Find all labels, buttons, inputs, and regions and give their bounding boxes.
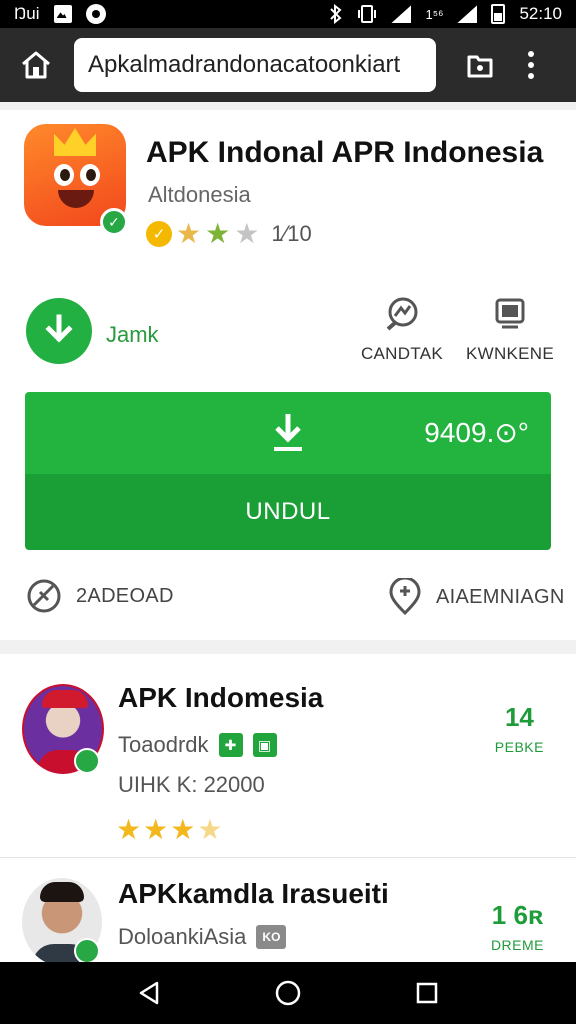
star-icon: ★ [176,218,202,249]
status-left: Ŋui [14,4,106,24]
back-button[interactable] [129,973,169,1013]
system-nav-bar [0,962,576,1024]
star-icon: ★ [205,218,231,249]
action-item-2[interactable]: KWNKENE [460,288,560,364]
app-detail-card: ✓ APK Indonal APR Indonesia Altdonesia ✓… [0,110,576,640]
list-item-number: 1 6ʀ [491,900,544,930]
download-button-label[interactable]: UNDUL [25,474,551,550]
circle-icon [85,4,106,24]
action-row: Jamk CANDTAK KWNKENE [0,288,576,388]
download-circle-button[interactable] [26,298,92,364]
rating-row: ✓ ★ ★ ★ 1⁄10 [146,220,312,248]
home-icon [22,51,50,79]
signal-icon [391,5,412,23]
verified-icon [74,748,100,774]
location-pin-icon [389,578,421,616]
status-bar: Ŋui 1⁵⁶ 52:10 [0,0,576,28]
plus-tag-icon: ✚ [218,733,243,757]
info-left-label: 2ADEOAD [76,584,174,607]
download-label[interactable]: Jamk [106,322,159,348]
chart-badge-icon [386,297,418,331]
more-vert-icon[interactable] [516,43,546,87]
tabs-button[interactable] [458,43,502,87]
list-item-developer: DoloankiAsia [118,924,247,949]
list-item-subtitle: Toaodrdk ✚ ▣ [118,732,277,758]
list-item-detail: UIHK K: 22000 [118,772,265,797]
page-content: ✓ APK Indonal APR Indonesia Altdonesia ✓… [0,102,576,962]
content-rating-tag: KO [256,925,287,949]
list-item-developer: Toaodrdk [118,732,209,757]
download-tray-icon [274,414,302,451]
vibrate-icon [357,4,377,24]
list-item-title: APK Indomesia [118,682,324,713]
download-button[interactable]: 9409.⊙° UNDUL [25,392,551,550]
square-tag-icon: ▣ [252,733,277,757]
file-size: 9409.⊙° [424,417,529,448]
info-item-right[interactable]: AIAEMNIAGN [388,578,565,616]
device-icon [495,298,525,329]
carrier-text: Ŋui [14,4,40,23]
clock: 52:10 [519,4,562,23]
info-item-left[interactable]: 2ADEOAD [26,578,174,614]
list-item-meta-label: PEBKE [494,739,544,755]
info-right-label: AIAEMNIAGN [436,585,565,608]
home-nav-button[interactable] [268,973,308,1013]
related-apps-list: APK Indomesia Toaodrdk ✚ ▣ UIHK K: 22000… [0,654,576,962]
home-circle-icon [275,980,301,1006]
info-row: 2ADEOAD AIAEMNIAGN [0,578,576,618]
battery-icon [491,4,506,24]
app-developer: Altdonesia [148,182,251,207]
rating-badge-icon: ✓ [146,221,172,247]
recents-icon [416,982,437,1004]
verified-icon [74,938,100,962]
browser-toolbar: Apkalmadrandonacatoonkiart [0,28,576,102]
list-item-subtitle: DoloankiAsia KO [118,924,287,950]
download-arrow-icon [45,314,73,343]
star-icon: ★ [116,814,142,845]
star-icon: ★ [143,814,169,845]
address-bar[interactable]: Apkalmadrandonacatoonkiart [74,38,436,92]
tab-icon [467,55,493,78]
status-right: 1⁵⁶ 52:10 [329,4,562,24]
action-label-1: CANDTAK [360,344,444,363]
verified-icon: ✓ [100,208,128,236]
bluetooth-icon [329,4,343,24]
wrench-chart-icon [27,579,61,613]
back-icon [140,981,159,1005]
list-item-stars: ★ ★ ★ ★ [116,816,222,844]
list-item-meta: 1 6ʀ DREME [491,900,544,953]
recents-button[interactable] [407,973,447,1013]
star-icon: ★ [170,814,196,845]
url-text: Apkalmadrandonacatoonkiart [88,51,401,78]
action-label-2: KWNKENE [465,344,555,363]
app-title: APK Indonal APR Indonesia [146,136,544,169]
list-item-title: APKkamdla Irasueiti [118,878,389,909]
star-icon: ★ [197,814,223,845]
action-item-1[interactable]: CANDTAK [352,288,452,364]
download-button-top[interactable]: 9409.⊙° [25,392,551,474]
list-item[interactable]: APK Indomesia Toaodrdk ✚ ▣ UIHK K: 22000… [0,654,576,858]
list-item-number: 14 [504,702,534,732]
image-icon [53,5,72,23]
signal-icon [457,5,478,23]
home-button[interactable] [14,43,58,87]
list-item-meta: 14 PEBKE [495,702,544,755]
list-item-meta-label: DREME [490,937,544,953]
list-item[interactable]: APKkamdla Irasueiti DoloankiAsia KO 1 6ʀ… [0,858,576,962]
network-type-text: 1⁵⁶ [425,6,444,22]
rating-count: 1⁄10 [271,221,312,246]
star-icon: ★ [234,218,260,249]
